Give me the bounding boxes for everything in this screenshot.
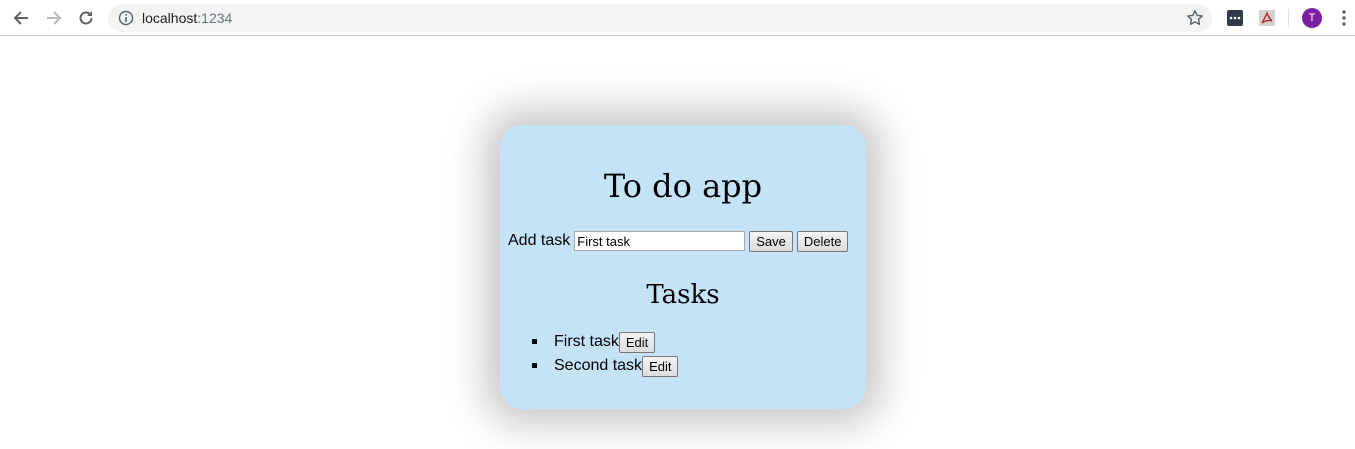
url-text[interactable]: localhost:1234 — [142, 10, 232, 26]
forward-arrow-icon[interactable] — [42, 6, 66, 30]
add-task-row: Add task Save Delete — [508, 229, 849, 253]
todo-card: To do app Add task Save Delete Tasks Fir… — [500, 125, 866, 409]
task-text: Second task — [554, 357, 643, 374]
delete-button[interactable]: Delete — [796, 230, 849, 252]
edit-button[interactable]: Edit — [642, 355, 679, 377]
star-icon[interactable] — [1186, 9, 1204, 27]
toolbar-divider — [1288, 9, 1289, 27]
pdf-extension-icon[interactable] — [1259, 10, 1275, 26]
bullet — [532, 339, 537, 344]
add-task-label: Add task — [508, 232, 571, 249]
edit-button[interactable]: Edit — [618, 331, 656, 353]
extension-icon[interactable] — [1227, 10, 1243, 26]
address-bar[interactable]: localhost:1234 — [108, 4, 1212, 32]
reload-icon[interactable] — [74, 6, 98, 30]
url-host: localhost — [142, 10, 198, 26]
bullet — [532, 363, 537, 368]
save-button[interactable]: Save — [749, 230, 793, 252]
task-text: First task — [554, 333, 619, 350]
url-port: :1234 — [197, 10, 233, 26]
task-list: First task Edit Second task Edit — [532, 330, 679, 378]
tasks-heading: Tasks — [646, 280, 720, 310]
task-input[interactable] — [574, 231, 746, 251]
avatar[interactable]: T — [1302, 8, 1322, 28]
menu-icon[interactable] — [1336, 8, 1352, 28]
browser-toolbar: localhost:1234 T — [0, 0, 1355, 36]
info-icon[interactable] — [118, 10, 134, 26]
list-item: First task Edit — [532, 330, 678, 354]
back-arrow-icon[interactable] — [9, 6, 33, 30]
list-item: Second task Edit — [532, 354, 679, 378]
page-title: To do app — [603, 167, 763, 205]
